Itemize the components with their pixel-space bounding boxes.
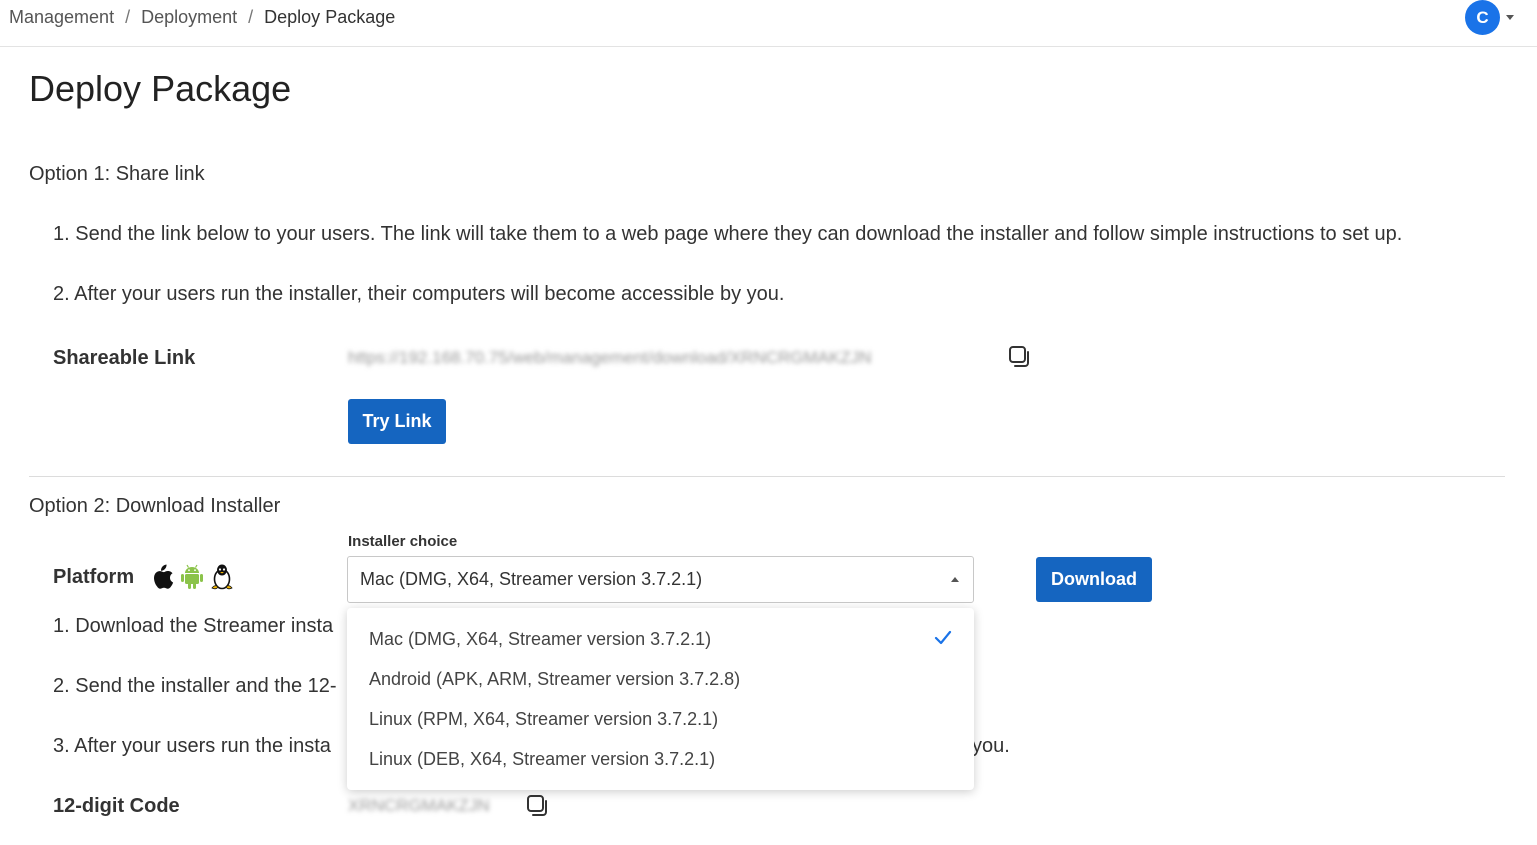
breadcrumb-separator: / — [125, 7, 131, 27]
installer-select-value: Mac (DMG, X64, Streamer version 3.7.2.1) — [360, 569, 703, 589]
android-icon — [180, 564, 204, 595]
top-bar: Management / Deployment / Deploy Package… — [0, 0, 1537, 47]
chevron-down-icon[interactable] — [1506, 15, 1514, 20]
installer-choice-label: Installer choice — [348, 533, 458, 550]
breadcrumb: Management / Deployment / Deploy Package — [9, 7, 395, 28]
page-title: Deploy Package — [29, 68, 292, 109]
breadcrumb-item-deployment[interactable]: Deployment — [141, 7, 237, 28]
apple-icon — [151, 564, 174, 595]
breadcrumb-separator: / — [248, 7, 254, 27]
installer-option-label: Mac (DMG, X64, Streamer version 3.7.2.1) — [369, 628, 712, 649]
installer-option-label: Android (APK, ARM, Streamer version 3.7.… — [369, 668, 741, 689]
download-button[interactable]: Download — [1036, 557, 1152, 602]
option1-title: Option 1: Share link — [29, 163, 205, 185]
installer-option-android[interactable]: Android (APK, ARM, Streamer version 3.7.… — [347, 659, 974, 699]
installer-option-label: Linux (DEB, X64, Streamer version 3.7.2.… — [369, 748, 716, 769]
option2-step2: 2. Send the installer and the 12- — [53, 675, 337, 697]
breadcrumb-item-management[interactable]: Management — [9, 7, 114, 28]
code-label: 12-digit Code — [53, 795, 180, 817]
option2-step1: 1. Download the Streamer insta — [53, 615, 334, 637]
try-link-button[interactable]: Try Link — [348, 399, 446, 444]
installer-option-linux-rpm[interactable]: Linux (RPM, X64, Streamer version 3.7.2.… — [347, 699, 974, 739]
code-value: XRNCRGMAKZJN — [348, 796, 490, 815]
linux-icon — [210, 563, 234, 596]
installer-option-label: Linux (RPM, X64, Streamer version 3.7.2.… — [369, 708, 719, 729]
chevron-up-icon — [951, 577, 959, 582]
breadcrumb-item-current: Deploy Package — [264, 7, 396, 27]
platform-label: Platform — [53, 566, 135, 588]
installer-option-mac[interactable]: Mac (DMG, X64, Streamer version 3.7.2.1) — [347, 619, 974, 659]
option1-step1: 1. Send the link below to your users. Th… — [53, 223, 1403, 245]
option2-step3: 3. After your users run the insta — [53, 735, 331, 757]
section-divider — [29, 476, 1505, 477]
shareable-link-value: https://192.168.70.75/web/management/dow… — [348, 348, 872, 367]
installer-dropdown-menu: Mac (DMG, X64, Streamer version 3.7.2.1)… — [347, 608, 974, 790]
copy-code-icon[interactable] — [526, 794, 550, 818]
option2-title: Option 2: Download Installer — [29, 495, 281, 517]
option2-step3-tail: you. — [972, 735, 1010, 757]
installer-select[interactable]: Mac (DMG, X64, Streamer version 3.7.2.1) — [347, 556, 974, 603]
user-avatar[interactable]: C — [1465, 0, 1500, 35]
check-icon — [934, 630, 952, 651]
platform-icons — [151, 563, 234, 596]
option1-step2: 2. After your users run the installer, t… — [53, 283, 785, 305]
installer-option-linux-deb[interactable]: Linux (DEB, X64, Streamer version 3.7.2.… — [347, 739, 974, 779]
shareable-link-label: Shareable Link — [53, 347, 196, 369]
copy-link-icon[interactable] — [1008, 345, 1032, 369]
